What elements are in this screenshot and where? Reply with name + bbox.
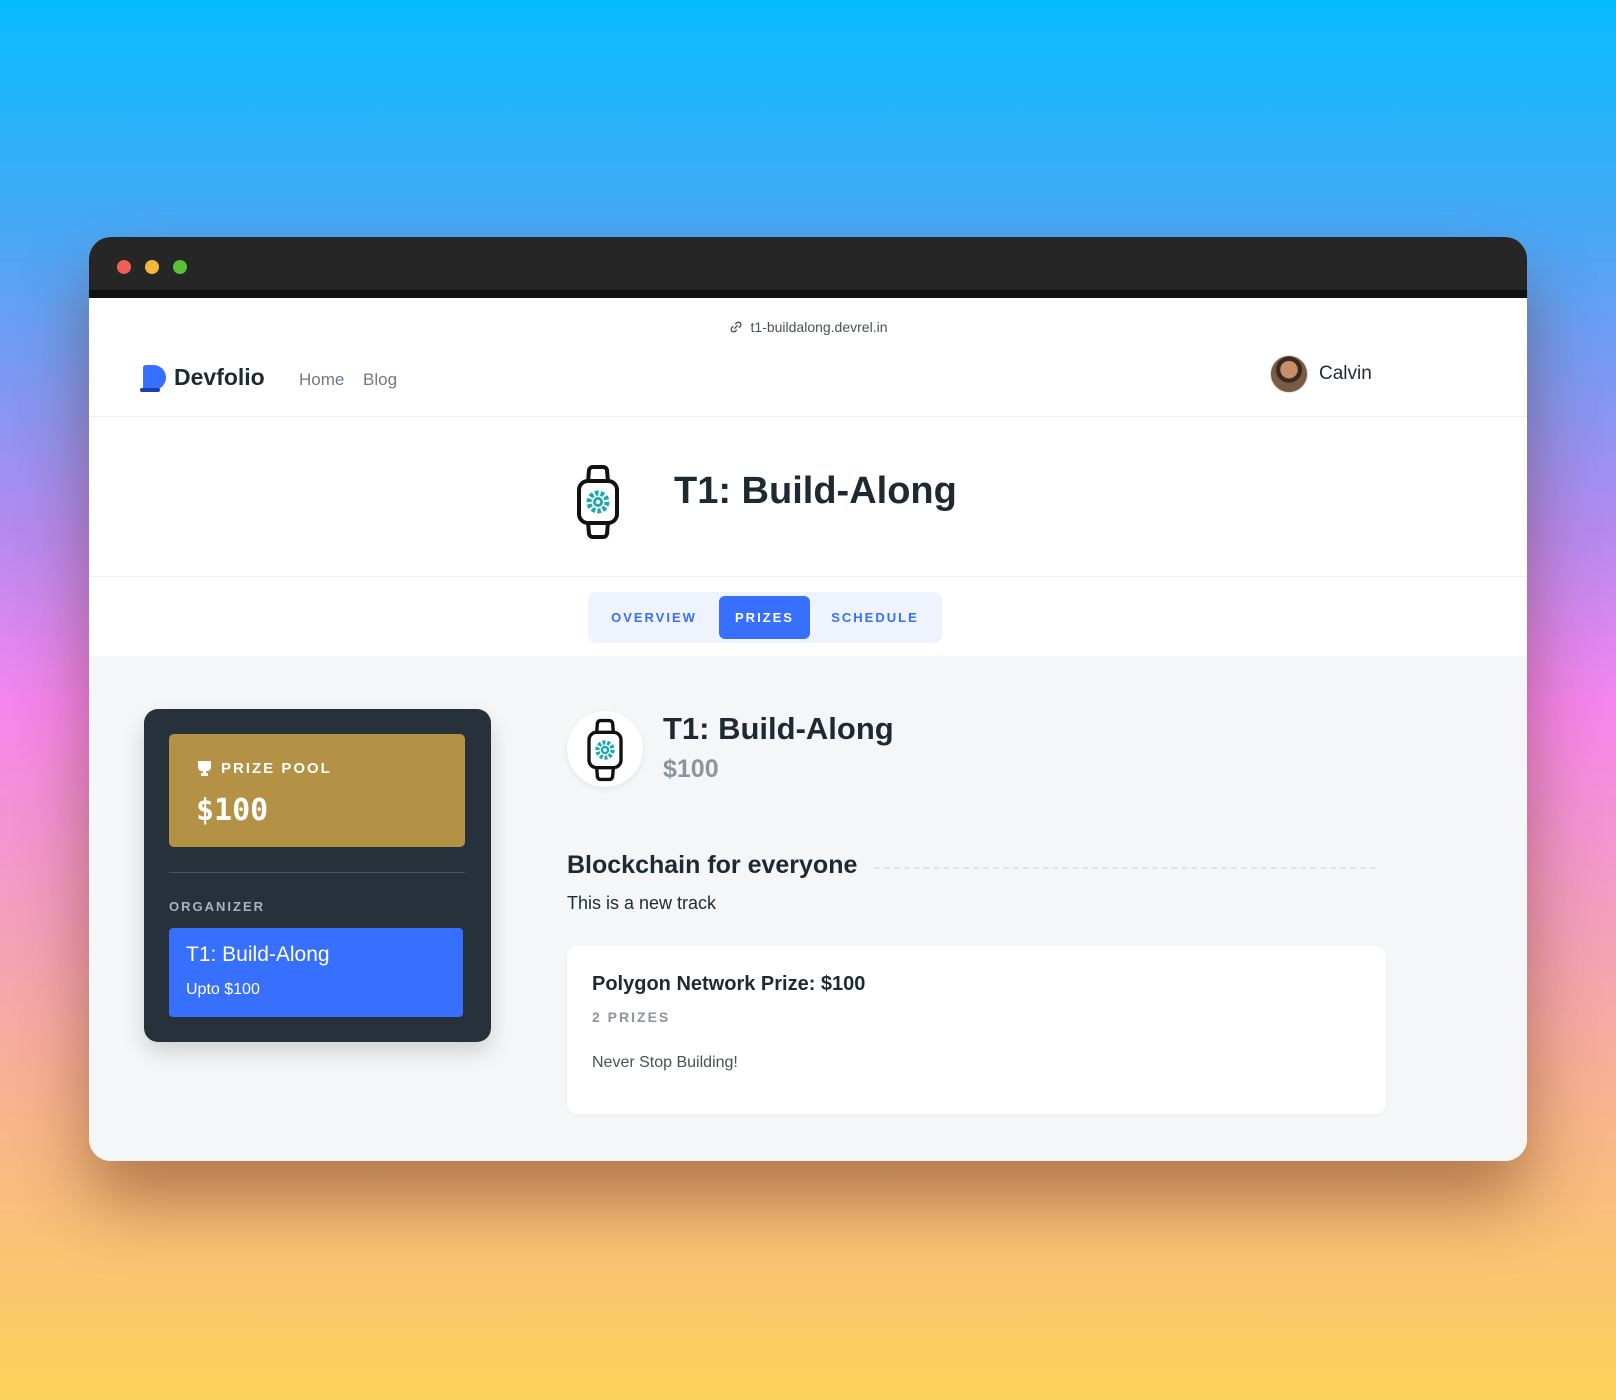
tab-bar: OVERVIEW PRIZES SCHEDULE (588, 592, 942, 643)
trophy-icon (198, 761, 211, 776)
track-amount: $100 (663, 755, 719, 783)
prize-pool-label-text: PRIZE POOL (221, 760, 332, 777)
organizer-track-amount: Upto $100 (186, 981, 260, 998)
close-window-dot[interactable] (117, 260, 131, 274)
tab-schedule[interactable]: SCHEDULE (814, 596, 936, 639)
url-bar[interactable]: t1-buildalong.devrel.in (89, 314, 1527, 340)
organizer-track-button[interactable]: T1: Build-Along Upto $100 (169, 928, 463, 1017)
minimize-window-dot[interactable] (145, 260, 159, 274)
tabs-row: OVERVIEW PRIZES SCHEDULE (89, 578, 1527, 655)
dashed-divider (874, 867, 1376, 869)
prize-card: Polygon Network Prize: $100 2 PRIZES Nev… (567, 946, 1386, 1114)
top-nav: Devfolio Home Blog Calvin (89, 355, 1527, 417)
organizer-track-name: T1: Build-Along (186, 943, 330, 966)
prize-pool-label: PRIZE POOL (197, 760, 332, 777)
devfolio-logo-icon (140, 365, 166, 392)
tab-overview[interactable]: OVERVIEW (592, 596, 716, 639)
url-text: t1-buildalong.devrel.in (750, 319, 888, 335)
smartwatch-gear-icon (587, 718, 623, 782)
brand-name: Devfolio (174, 364, 265, 390)
prizes-content: PRIZE POOL $100 ORGANIZER T1: Build-Alon… (89, 656, 1527, 1161)
avatar (1270, 355, 1308, 393)
prize-count: 2 PRIZES (592, 1009, 671, 1025)
prize-description: Never Stop Building! (592, 1054, 738, 1071)
section-subtitle: This is a new track (567, 893, 717, 913)
page-title: T1: Build-Along (674, 470, 957, 512)
prize-pool-card: PRIZE POOL $100 ORGANIZER T1: Build-Alon… (144, 709, 491, 1042)
prize-title: Polygon Network Prize: $100 (592, 973, 866, 995)
user-name: Calvin (1319, 363, 1372, 384)
browser-window: t1-buildalong.devrel.in Devfolio Home Bl… (89, 237, 1527, 1161)
track-icon-badge (567, 711, 643, 787)
nav-link-blog[interactable]: Blog (363, 370, 397, 390)
link-icon (730, 321, 741, 333)
track-title: T1: Build-Along (663, 711, 894, 746)
section-title: Blockchain for everyone (567, 851, 858, 879)
user-menu[interactable]: Calvin (1270, 355, 1372, 393)
window-titlebar (89, 237, 1527, 298)
organizer-label: ORGANIZER (169, 899, 265, 914)
maximize-window-dot[interactable] (173, 260, 187, 274)
devfolio-logo[interactable]: Devfolio (140, 364, 265, 392)
hackathon-header: T1: Build-Along (89, 418, 1527, 577)
divider (169, 872, 465, 873)
prize-pool-box: PRIZE POOL $100 (169, 734, 465, 847)
smartwatch-gear-icon (577, 465, 619, 539)
nav-link-home[interactable]: Home (299, 370, 344, 390)
tab-prizes[interactable]: PRIZES (719, 596, 810, 639)
prize-pool-amount: $100 (196, 793, 269, 828)
